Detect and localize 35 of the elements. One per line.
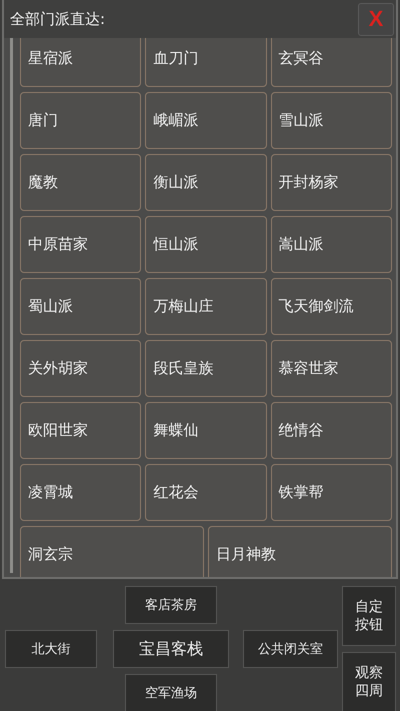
- scrollbar[interactable]: [10, 38, 13, 573]
- sect-button[interactable]: 血刀门: [145, 38, 267, 87]
- side-button[interactable]: 自定按钮: [342, 586, 396, 646]
- sect-button[interactable]: 玄冥谷: [270, 38, 392, 87]
- side-button[interactable]: 观察四周: [342, 652, 396, 711]
- sect-button[interactable]: 飞天御剑流: [270, 278, 392, 335]
- sect-button[interactable]: 洞玄宗: [20, 526, 204, 577]
- sect-button[interactable]: 铁掌帮: [270, 464, 392, 521]
- sect-button[interactable]: 段氏皇族: [145, 340, 267, 397]
- sect-button[interactable]: 蜀山派: [20, 278, 142, 335]
- sect-button[interactable]: 衡山派: [145, 154, 267, 211]
- sect-button[interactable]: 唐门: [20, 92, 142, 149]
- exit-button[interactable]: 公共闭关室: [243, 630, 338, 668]
- sect-button[interactable]: 中原苗家: [20, 216, 142, 273]
- sect-button[interactable]: 魔教: [20, 154, 142, 211]
- sect-button[interactable]: 关外胡家: [20, 340, 142, 397]
- sect-button[interactable]: 舞蝶仙: [145, 402, 267, 459]
- dialog-title: 全部门派直达:: [10, 10, 106, 28]
- sect-button[interactable]: 峨嵋派: [145, 92, 267, 149]
- exit-button[interactable]: 客店茶房: [125, 586, 217, 624]
- sect-button[interactable]: 开封杨家: [270, 154, 392, 211]
- sect-button[interactable]: 日月神教: [208, 526, 392, 577]
- sect-button[interactable]: 万梅山庄: [145, 278, 267, 335]
- exit-button[interactable]: 宝昌客栈: [113, 630, 229, 668]
- sect-button[interactable]: 凌霄城: [20, 464, 142, 521]
- sect-button[interactable]: 慕容世家: [270, 340, 392, 397]
- sect-button[interactable]: 雪山派: [270, 92, 392, 149]
- sect-button[interactable]: 恒山派: [145, 216, 267, 273]
- exit-button[interactable]: 空军渔场: [125, 674, 217, 711]
- sect-button[interactable]: 欧阳世家: [20, 402, 142, 459]
- exit-button[interactable]: 北大街: [5, 630, 97, 668]
- sect-button[interactable]: 星宿派: [20, 38, 142, 87]
- sect-button[interactable]: 绝情谷: [270, 402, 392, 459]
- sect-button[interactable]: 红花会: [145, 464, 267, 521]
- sect-button[interactable]: 嵩山派: [270, 216, 392, 273]
